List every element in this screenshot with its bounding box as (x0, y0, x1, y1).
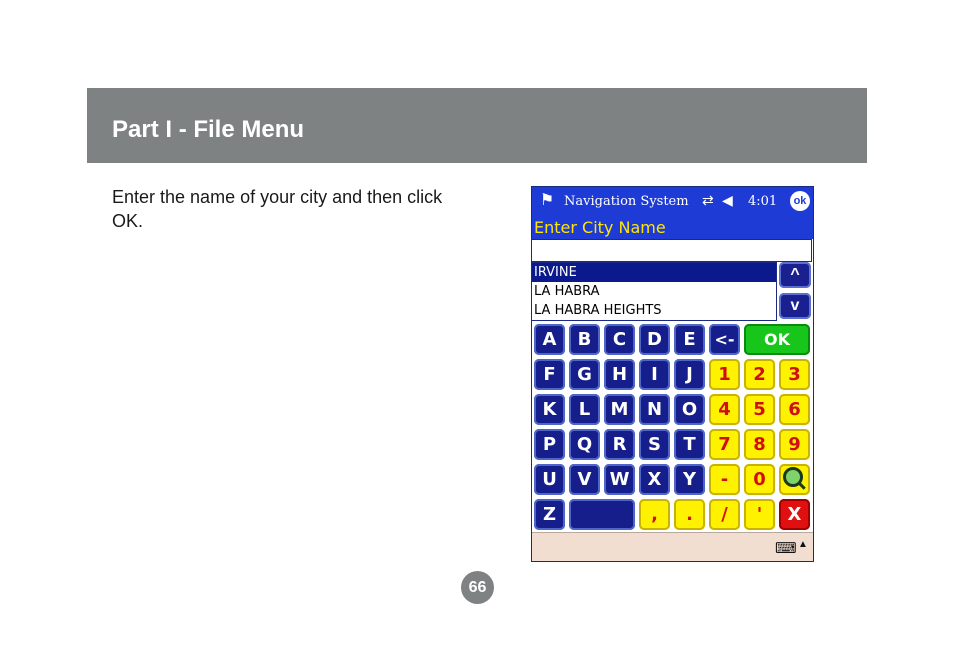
magnifier-icon (782, 467, 803, 487)
key-o[interactable]: O (674, 394, 705, 425)
city-list-item[interactable]: IRVINE (532, 263, 776, 282)
key-i[interactable]: I (639, 359, 670, 390)
section-title: Part I - File Menu (112, 116, 305, 143)
key-d[interactable]: D (639, 324, 670, 355)
key-j[interactable]: J (674, 359, 705, 390)
key-a[interactable]: A (534, 324, 565, 355)
pda-screenshot: ⚑ Navigation System ⇄ ◀ 4:01 ok Enter Ci… (531, 186, 814, 562)
key-punct-4[interactable]: / (709, 499, 740, 530)
app-title: Navigation System (564, 194, 689, 209)
key-3[interactable]: 3 (779, 359, 810, 390)
prompt-bar: Enter City Name (532, 215, 813, 239)
key-4[interactable]: 4 (709, 394, 740, 425)
keyboard-icon[interactable]: ⌨ (775, 539, 797, 557)
key-b[interactable]: B (569, 324, 600, 355)
speaker-icon[interactable]: ◀ (722, 192, 733, 209)
page-number: 66 (461, 571, 494, 604)
key-f[interactable]: F (534, 359, 565, 390)
key-k[interactable]: K (534, 394, 565, 425)
key-c[interactable]: C (604, 324, 635, 355)
key-0[interactable]: 0 (744, 464, 775, 495)
input-panel-bar: ⌨ ▲ (532, 532, 813, 561)
key-6[interactable]: 6 (779, 394, 810, 425)
key-punct-3[interactable]: . (674, 499, 705, 530)
city-name-input[interactable] (532, 239, 812, 262)
key-q[interactable]: Q (569, 429, 600, 460)
key-r[interactable]: R (604, 429, 635, 460)
key-9[interactable]: 9 (779, 429, 810, 460)
prompt-label: Enter City Name (534, 218, 666, 237)
key-dash[interactable]: - (709, 464, 740, 495)
key-punct-2[interactable]: , (639, 499, 670, 530)
city-list-item[interactable]: LA HABRA (532, 282, 776, 301)
key-w[interactable]: W (604, 464, 635, 495)
key-8[interactable]: 8 (744, 429, 775, 460)
key-u[interactable]: U (534, 464, 565, 495)
key-n[interactable]: N (639, 394, 670, 425)
key-y[interactable]: Y (674, 464, 705, 495)
backspace-key[interactable]: <- (709, 324, 740, 355)
key-z[interactable]: Z (534, 499, 565, 530)
section-header: Part I - File Menu (87, 88, 867, 163)
titlebar: ⚑ Navigation System ⇄ ◀ 4:01 ok (532, 187, 813, 215)
key-punct-5[interactable]: ' (744, 499, 775, 530)
space-key[interactable] (569, 499, 635, 530)
key-p[interactable]: P (534, 429, 565, 460)
key-h[interactable]: H (604, 359, 635, 390)
key-7[interactable]: 7 (709, 429, 740, 460)
key-t[interactable]: T (674, 429, 705, 460)
key-l[interactable]: L (569, 394, 600, 425)
scroll-down-button[interactable]: v (779, 293, 811, 319)
key-e[interactable]: E (674, 324, 705, 355)
key-m[interactable]: M (604, 394, 635, 425)
key-2[interactable]: 2 (744, 359, 775, 390)
key-g[interactable]: G (569, 359, 600, 390)
instruction-text: Enter the name of your city and then cli… (112, 187, 443, 231)
key-v[interactable]: V (569, 464, 600, 495)
clear-key[interactable]: X (779, 499, 810, 530)
ok-key[interactable]: OK (744, 324, 810, 355)
key-1[interactable]: 1 (709, 359, 740, 390)
key-5[interactable]: 5 (744, 394, 775, 425)
sip-arrow-icon[interactable]: ▲ (798, 539, 808, 550)
city-list: IRVINE LA HABRA LA HABRA HEIGHTS (532, 262, 777, 321)
connectivity-icon[interactable]: ⇄ (702, 192, 714, 209)
key-s[interactable]: S (639, 429, 670, 460)
windows-flag-icon[interactable]: ⚑ (535, 191, 559, 211)
key-x[interactable]: X (639, 464, 670, 495)
scroll-up-button[interactable]: ^ (779, 262, 811, 288)
city-list-item[interactable]: LA HABRA HEIGHTS (532, 301, 776, 320)
titlebar-ok-button[interactable]: ok (790, 191, 810, 211)
clock[interactable]: 4:01 (748, 194, 777, 209)
search-key[interactable] (779, 464, 810, 495)
